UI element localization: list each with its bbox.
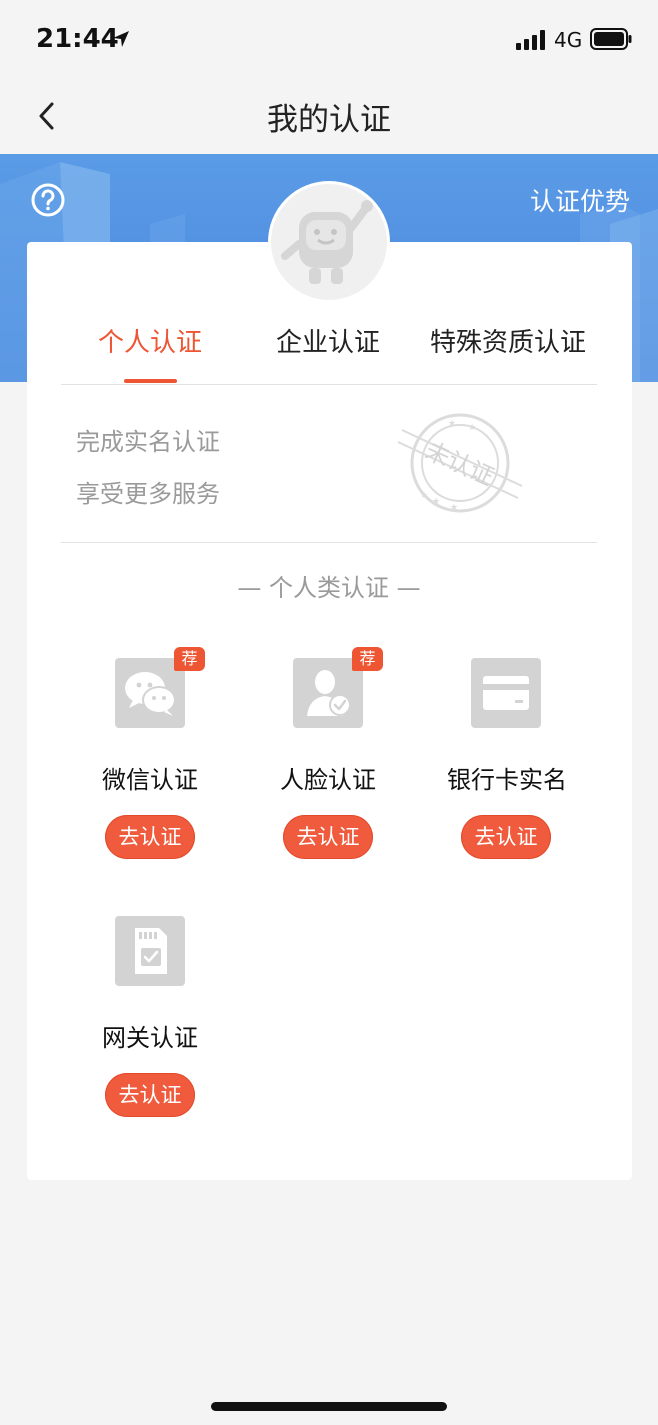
promo-line-2: 享受更多服务 [76, 480, 220, 508]
tab-personal[interactable]: 个人认证 [72, 322, 228, 359]
signal-icon [516, 30, 545, 50]
status-time: 21:44 [36, 24, 119, 54]
recommended-badge: 荐 [352, 647, 383, 671]
tab-enterprise[interactable]: 企业认证 [250, 322, 406, 359]
tabs-divider [61, 384, 597, 385]
status-bar: 21:44 4G [0, 0, 658, 80]
svg-text:★: ★ [448, 419, 456, 429]
bank-card-certify-button[interactable]: 去认证 [461, 815, 551, 859]
avatar [268, 181, 390, 303]
svg-text:★: ★ [432, 497, 440, 507]
wechat-label: 微信认证 [102, 766, 198, 794]
question-circle-icon[interactable] [30, 182, 66, 218]
tab-special-qualification[interactable]: 特殊资质认证 [420, 322, 596, 359]
gateway-certify-button[interactable]: 去认证 [105, 1073, 195, 1117]
home-indicator [211, 1402, 447, 1411]
svg-text:★: ★ [450, 503, 458, 513]
certification-advantages-link[interactable]: 认证优势 [530, 182, 630, 218]
gateway-label: 网关认证 [102, 1024, 198, 1052]
page-title: 我的认证 [267, 102, 391, 138]
bank-card-icon[interactable] [471, 658, 541, 728]
recommended-badge: 荐 [174, 647, 205, 671]
nav-bar: 我的认证 [0, 80, 658, 154]
face-certify-button[interactable]: 去认证 [283, 815, 373, 859]
location-arrow-icon [113, 31, 129, 47]
promo-divider [61, 542, 597, 543]
svg-text:未认证: 未认证 [421, 436, 498, 491]
mascot-icon [281, 200, 373, 284]
svg-text:★: ★ [468, 423, 476, 433]
svg-text:★: ★ [420, 491, 428, 501]
not-certified-stamp: ★ ★ ★ ★ ★ 未认证 [397, 413, 523, 513]
network-type: 4G [554, 28, 583, 52]
battery-icon [590, 28, 632, 50]
wechat-certify-button[interactable]: 去认证 [105, 815, 195, 859]
section-title: — 个人类认证 — [237, 574, 421, 602]
face-label: 人脸认证 [280, 766, 376, 794]
bank-card-label: 银行卡实名 [447, 766, 567, 794]
sim-card-icon[interactable] [115, 916, 185, 986]
active-tab-indicator [124, 379, 177, 383]
promo-line-1: 完成实名认证 [76, 428, 220, 456]
